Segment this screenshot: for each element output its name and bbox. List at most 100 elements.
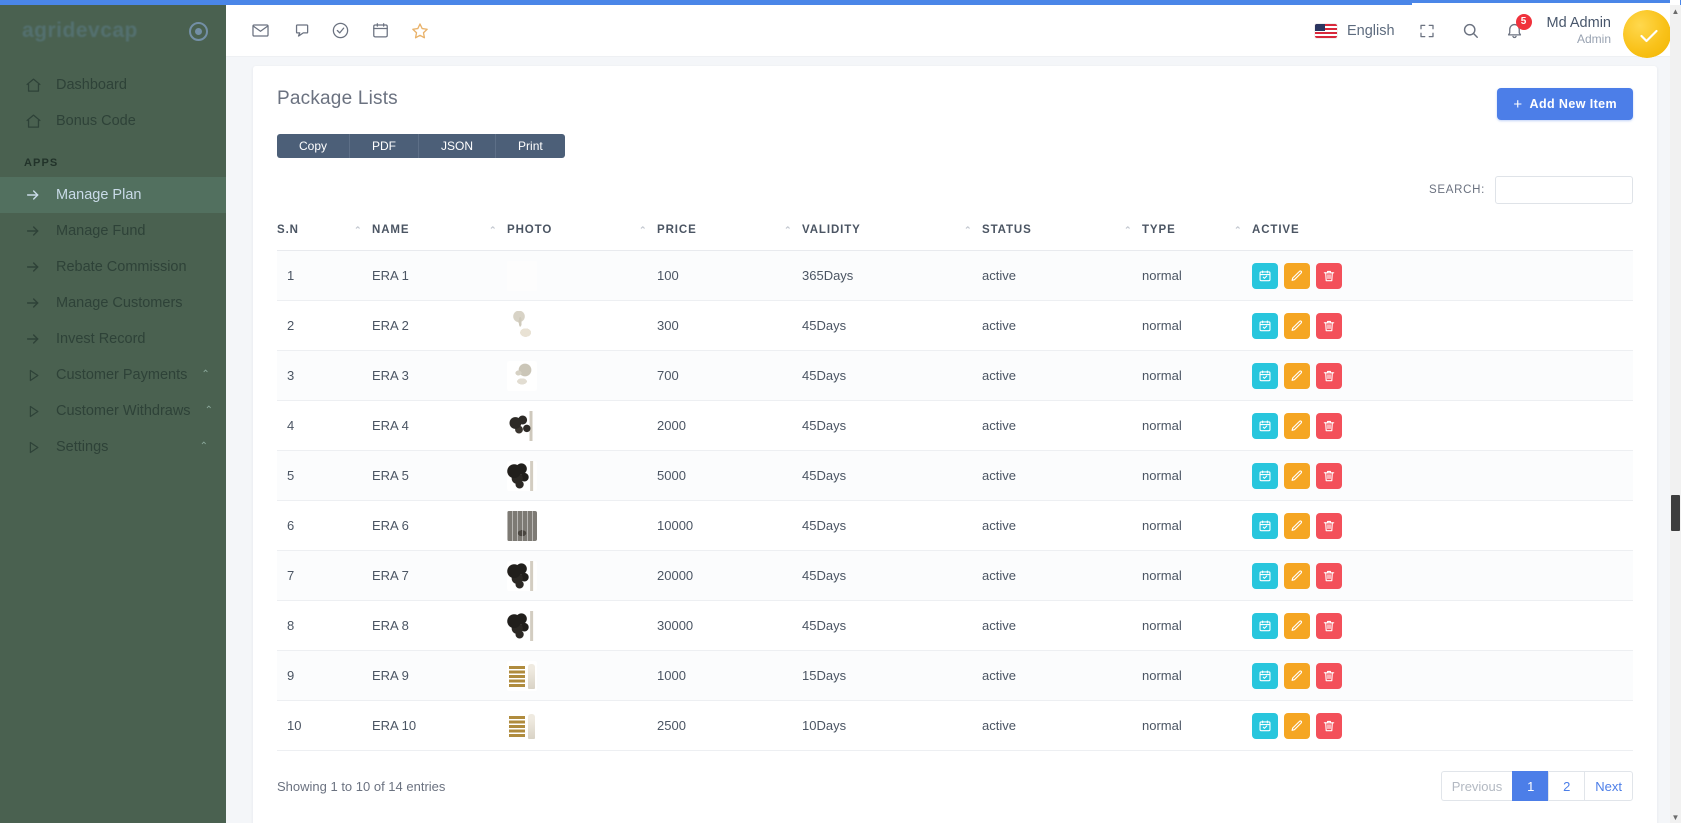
notification-bell[interactable]: 5 — [1503, 19, 1527, 43]
cell-price: 30000 — [657, 601, 802, 651]
language-selector[interactable]: English — [1315, 23, 1395, 39]
sidebar-item-manage-fund[interactable]: Manage Fund — [0, 213, 226, 249]
delete-button[interactable] — [1316, 513, 1342, 539]
sidebar-item-customer-withdraws[interactable]: Customer Withdraws ⌃ — [0, 393, 226, 429]
edit-button[interactable] — [1284, 513, 1310, 539]
view-button[interactable] — [1252, 713, 1278, 739]
star-icon[interactable] — [408, 19, 432, 43]
edit-button[interactable] — [1284, 663, 1310, 689]
pdf-button[interactable]: PDF — [350, 134, 419, 158]
scrollbar-thumb[interactable] — [1671, 495, 1680, 531]
row-action-group — [1252, 613, 1633, 639]
package-photo-thumbnail — [507, 261, 537, 291]
sidebar-item-label: Manage Customers — [56, 295, 183, 311]
view-button[interactable] — [1252, 313, 1278, 339]
triangle-right-icon — [24, 402, 42, 420]
edit-button[interactable] — [1284, 413, 1310, 439]
column-header-status[interactable]: ⌃STATUS — [982, 218, 1142, 251]
cell-validity: 45Days — [802, 501, 982, 551]
sidebar-item-invest-record[interactable]: Invest Record — [0, 321, 226, 357]
arrow-right-icon — [24, 330, 42, 348]
column-header-active[interactable]: ⌃ACTIVE — [1252, 218, 1633, 251]
pagination-page-2[interactable]: 2 — [1548, 771, 1584, 801]
delete-button[interactable] — [1316, 463, 1342, 489]
view-button[interactable] — [1252, 263, 1278, 289]
view-button[interactable] — [1252, 413, 1278, 439]
search-input[interactable] — [1495, 176, 1633, 204]
add-new-item-button[interactable]: + Add New Item — [1497, 88, 1633, 120]
cell-name: ERA 1 — [372, 251, 507, 301]
target-icon[interactable] — [189, 22, 208, 41]
view-button[interactable] — [1252, 513, 1278, 539]
content-region: Package Lists + Add New Item Copy PDF JS… — [226, 57, 1681, 823]
chevron-up-icon: ⌃ — [200, 442, 208, 452]
delete-button[interactable] — [1316, 563, 1342, 589]
check-circle-icon[interactable] — [328, 19, 352, 43]
delete-button[interactable] — [1316, 363, 1342, 389]
chat-icon[interactable] — [288, 19, 312, 43]
card-header: Package Lists + Add New Item — [277, 88, 1633, 120]
cell-status: active — [982, 501, 1142, 551]
edit-button[interactable] — [1284, 613, 1310, 639]
cell-photo — [507, 351, 657, 401]
column-header-name[interactable]: ⌃NAME — [372, 218, 507, 251]
column-label: NAME — [372, 224, 409, 236]
sidebar-item-manage-plan[interactable]: Manage Plan — [0, 177, 226, 213]
delete-button[interactable] — [1316, 263, 1342, 289]
page-scrollbar[interactable]: ▲ ▼ — [1670, 5, 1681, 823]
view-button[interactable] — [1252, 663, 1278, 689]
table-row: 6ERA 61000045Daysactivenormal — [277, 501, 1633, 551]
delete-button[interactable] — [1316, 613, 1342, 639]
calendar-icon[interactable] — [368, 19, 392, 43]
copy-button[interactable]: Copy — [277, 134, 350, 158]
sidebar-item-rebate-commission[interactable]: Rebate Commission — [0, 249, 226, 285]
pagination-previous[interactable]: Previous — [1441, 771, 1513, 801]
cell-status: active — [982, 651, 1142, 701]
json-button[interactable]: JSON — [419, 134, 496, 158]
column-header-photo[interactable]: ⌃PHOTO — [507, 218, 657, 251]
pagination-page-1[interactable]: 1 — [1512, 771, 1548, 801]
cell-validity: 15Days — [802, 651, 982, 701]
brand-row[interactable]: agridevcap — [0, 5, 226, 57]
view-button[interactable] — [1252, 463, 1278, 489]
table-head: S.N ⌃NAME ⌃PHOTO ⌃PRICE ⌃VALIDITY ⌃STATU… — [277, 218, 1633, 251]
print-button[interactable]: Print — [496, 134, 565, 158]
home-icon — [24, 76, 42, 94]
delete-button[interactable] — [1316, 313, 1342, 339]
edit-button[interactable] — [1284, 463, 1310, 489]
sort-caret-icon: ⌃ — [1124, 225, 1132, 236]
edit-button[interactable] — [1284, 363, 1310, 389]
arrow-right-icon — [24, 258, 42, 276]
scroll-up-arrow[interactable]: ▲ — [1670, 5, 1681, 17]
sidebar-item-manage-customers[interactable]: Manage Customers — [0, 285, 226, 321]
table-row: 5ERA 5500045Daysactivenormal — [277, 451, 1633, 501]
delete-button[interactable] — [1316, 713, 1342, 739]
edit-button[interactable] — [1284, 563, 1310, 589]
avatar[interactable] — [1623, 10, 1671, 58]
mail-icon[interactable] — [248, 19, 272, 43]
view-button[interactable] — [1252, 363, 1278, 389]
pagination-next[interactable]: Next — [1584, 771, 1633, 801]
search-icon[interactable] — [1459, 19, 1483, 43]
cell-price: 2500 — [657, 701, 802, 751]
scroll-down-arrow[interactable]: ▼ — [1670, 811, 1681, 823]
sidebar-item-bonus-code[interactable]: Bonus Code — [0, 103, 226, 139]
edit-button[interactable] — [1284, 263, 1310, 289]
column-header-validity[interactable]: ⌃VALIDITY — [802, 218, 982, 251]
sidebar-item-dashboard[interactable]: Dashboard — [0, 67, 226, 103]
fullscreen-icon[interactable] — [1415, 19, 1439, 43]
cell-actions — [1252, 351, 1633, 401]
edit-button[interactable] — [1284, 713, 1310, 739]
delete-button[interactable] — [1316, 413, 1342, 439]
sidebar-item-settings[interactable]: Settings ⌃ — [0, 429, 226, 465]
column-header-price[interactable]: ⌃PRICE — [657, 218, 802, 251]
sidebar-item-customer-payments[interactable]: Customer Payments ⌃ — [0, 357, 226, 393]
view-button[interactable] — [1252, 563, 1278, 589]
delete-button[interactable] — [1316, 663, 1342, 689]
view-button[interactable] — [1252, 613, 1278, 639]
cell-actions — [1252, 501, 1633, 551]
user-menu[interactable]: Md Admin Admin — [1547, 14, 1611, 47]
row-action-group — [1252, 513, 1633, 539]
edit-button[interactable] — [1284, 313, 1310, 339]
package-table: S.N ⌃NAME ⌃PHOTO ⌃PRICE ⌃VALIDITY ⌃STATU… — [277, 218, 1633, 751]
